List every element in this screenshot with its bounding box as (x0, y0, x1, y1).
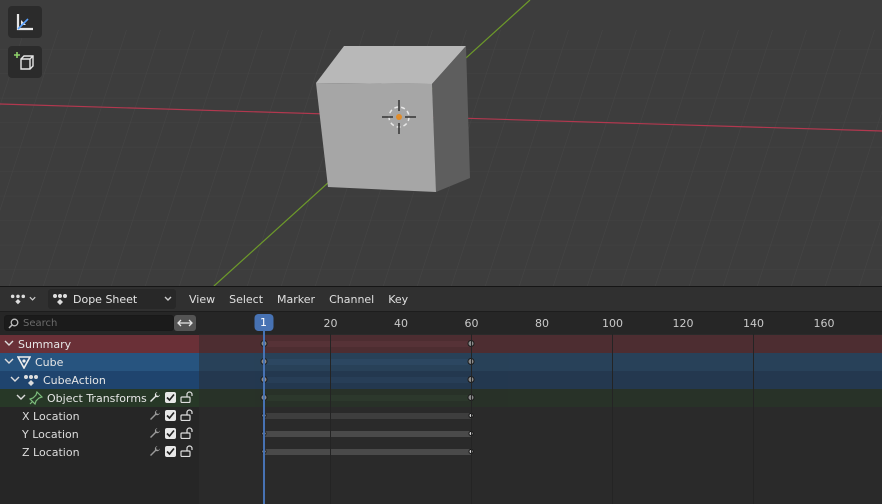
checkbox-icon[interactable] (165, 409, 176, 421)
channel-region: Summary Cube CubeAction Object Transform… (0, 312, 199, 504)
chevron-down-icon (29, 296, 36, 301)
fcurve-label: Y Location (22, 427, 79, 441)
chevron-down-icon (164, 296, 172, 301)
menu-view[interactable]: View (182, 289, 222, 309)
ruler-tick-label: 140 (742, 317, 764, 330)
fcurve-toggles (149, 409, 193, 421)
playhead-line[interactable] (262, 330, 265, 504)
keyframe-hold-bar (263, 431, 472, 437)
ruler-tick-label: 120 (672, 317, 694, 330)
keyframe-track[interactable] (199, 335, 882, 353)
current-frame-indicator[interactable]: 1 (254, 314, 273, 331)
mode-selector[interactable]: Dope Sheet (48, 289, 176, 309)
grid-line (612, 334, 614, 504)
ruler-tick-label: 40 (393, 317, 408, 330)
chevron-down-icon[interactable] (10, 376, 20, 384)
checkbox-icon[interactable] (165, 427, 176, 439)
unlock-icon[interactable] (180, 409, 193, 421)
wrench-icon[interactable] (149, 409, 161, 421)
fcurve-toggles (149, 445, 193, 457)
menu-select[interactable]: Select (222, 289, 270, 309)
keyframe-region[interactable]: 20 40 60 80 100 120 140 160 1 (199, 312, 882, 504)
ruler-tick-label: 20 (323, 317, 338, 330)
dope-sheet-editor-icon (10, 294, 26, 305)
channel-group-label: Object Transforms (47, 391, 147, 405)
chevron-down-icon[interactable] (4, 340, 14, 348)
checkbox-icon[interactable] (165, 391, 176, 403)
action-icon (24, 375, 38, 386)
channel-fcurve-y-location[interactable]: Y Location (0, 425, 199, 443)
unlock-icon[interactable] (180, 427, 193, 439)
keyframe-hold-bar (263, 341, 472, 347)
editor-type-selector[interactable] (6, 289, 40, 309)
channel-object-label: Cube (35, 355, 64, 369)
ruler-tick-label: 80 (534, 317, 549, 330)
group-toggles (149, 391, 193, 403)
wrench-icon[interactable] (149, 427, 161, 439)
menu-bar: View Select Marker Channel Key (182, 289, 415, 309)
menu-channel[interactable]: Channel (322, 289, 381, 309)
arrows-horizontal-icon (177, 319, 193, 327)
channel-search-row (0, 312, 199, 334)
keyframe-hold-bar (263, 413, 472, 419)
frame-ruler[interactable]: 20 40 60 80 100 120 140 160 (199, 312, 882, 334)
keyframe-hold-bar (263, 449, 472, 455)
add-cube-tool-button[interactable] (8, 46, 42, 78)
keyframe-track[interactable] (199, 353, 882, 371)
fcurve-label: Z Location (22, 445, 80, 459)
search-box[interactable] (4, 315, 174, 331)
unlock-icon[interactable] (180, 391, 193, 403)
keyframe-track[interactable] (199, 389, 882, 407)
keyframe-track[interactable] (199, 443, 882, 461)
measure-icon (16, 14, 33, 31)
channel-group-object-transforms[interactable]: Object Transforms (0, 389, 199, 407)
channel-fcurve-x-location[interactable]: X Location (0, 407, 199, 425)
channel-summary-label: Summary (18, 337, 72, 351)
swap-direction-button[interactable] (174, 315, 196, 331)
ruler-tick-label: 160 (813, 317, 835, 330)
grid-line (330, 334, 332, 504)
pin-icon (29, 391, 43, 405)
mesh-object-icon (17, 355, 31, 369)
unlock-icon[interactable] (180, 445, 193, 457)
3d-viewport[interactable] (0, 0, 882, 286)
cube-object (316, 46, 470, 192)
channel-fcurve-z-location[interactable]: Z Location (0, 443, 199, 461)
dope-sheet-mode-icon (53, 294, 67, 305)
ruler-tick-label: 60 (464, 317, 479, 330)
wrench-icon[interactable] (149, 445, 161, 457)
channel-action-label: CubeAction (43, 373, 106, 387)
fcurve-toggles (149, 427, 193, 439)
dope-sheet-header: Dope Sheet View Select Marker Channel Ke… (0, 286, 882, 311)
current-frame-label: 1 (260, 316, 267, 329)
ruler-tick-label: 100 (601, 317, 623, 330)
channel-object-cube[interactable]: Cube (0, 353, 199, 371)
search-input[interactable] (23, 317, 168, 329)
keyframe-hold-bar (263, 359, 472, 365)
chevron-down-icon[interactable] (4, 358, 14, 366)
add-cube-icon (14, 52, 34, 70)
fcurve-label: X Location (22, 409, 80, 423)
menu-marker[interactable]: Marker (270, 289, 322, 309)
wrench-icon[interactable] (149, 391, 161, 403)
mode-label: Dope Sheet (73, 292, 138, 306)
keyframe-hold-bar (263, 377, 472, 383)
viewport-scene (0, 0, 882, 286)
channel-action[interactable]: CubeAction (0, 371, 199, 389)
keyframe-track[interactable] (199, 407, 882, 425)
keyframe-track[interactable] (199, 371, 882, 389)
checkbox-icon[interactable] (165, 445, 176, 457)
search-icon (8, 318, 19, 329)
grid-line (471, 334, 473, 504)
channel-summary[interactable]: Summary (0, 335, 199, 353)
measure-tool-button[interactable] (8, 6, 42, 38)
menu-key[interactable]: Key (381, 289, 415, 309)
keyframe-track[interactable] (199, 425, 882, 443)
keyframe-hold-bar (263, 395, 472, 401)
grid-line (753, 334, 755, 504)
chevron-down-icon[interactable] (16, 394, 26, 402)
